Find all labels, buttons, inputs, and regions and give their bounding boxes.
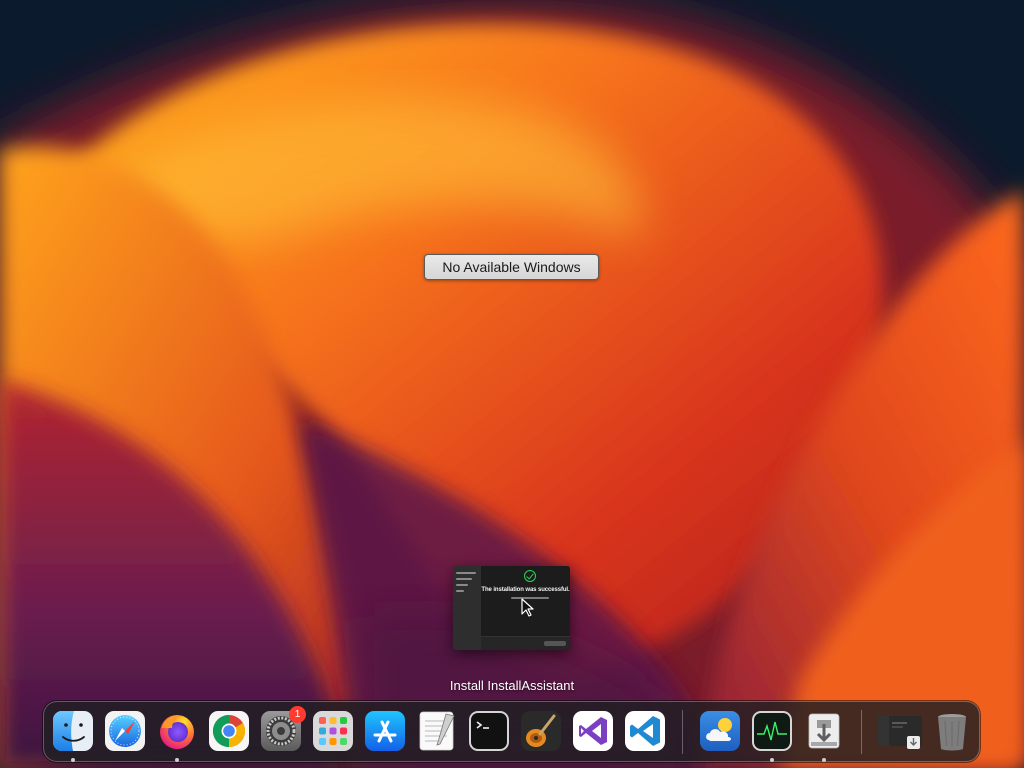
sidebar-line bbox=[456, 578, 472, 580]
dock-trash[interactable] bbox=[931, 710, 973, 752]
success-check-icon bbox=[524, 570, 536, 582]
finder-icon bbox=[53, 711, 93, 751]
dock-finder[interactable] bbox=[52, 710, 94, 762]
textedit-document-icon bbox=[419, 711, 455, 751]
trash-icon bbox=[938, 714, 966, 751]
dock-launchpad[interactable] bbox=[312, 710, 354, 752]
notification-badge: 1 bbox=[289, 706, 306, 723]
installer-box-icon bbox=[808, 713, 840, 749]
thumbnail-close-button bbox=[544, 641, 566, 646]
running-indicator bbox=[770, 758, 774, 762]
dock-garageband[interactable] bbox=[520, 710, 562, 752]
chrome-icon bbox=[209, 711, 249, 751]
desktop[interactable]: No Available Windows The installation wa… bbox=[0, 0, 1024, 768]
wallpaper bbox=[0, 0, 1024, 768]
sidebar-line bbox=[456, 572, 476, 574]
visual-studio-icon bbox=[573, 711, 613, 751]
mouse-pointer-icon bbox=[521, 598, 534, 617]
thumbnail-sidebar bbox=[453, 566, 481, 650]
running-indicator bbox=[822, 758, 826, 762]
dock: 1 bbox=[43, 701, 980, 762]
app-store-icon bbox=[365, 711, 405, 751]
weather-cloud-sun-icon bbox=[700, 711, 740, 751]
activity-monitor-icon bbox=[752, 711, 792, 751]
firefox-icon bbox=[160, 715, 194, 749]
dock-separator bbox=[682, 710, 683, 754]
dock-visual-studio[interactable] bbox=[572, 710, 614, 752]
no-available-windows-label: No Available Windows bbox=[424, 254, 599, 280]
installation-success-message: The installation was successful. bbox=[481, 587, 570, 593]
dock-safari[interactable] bbox=[104, 710, 146, 752]
terminal-icon bbox=[469, 711, 509, 751]
guitar-icon bbox=[521, 711, 561, 751]
sidebar-line bbox=[456, 584, 468, 586]
launchpad-grid-icon bbox=[313, 711, 353, 751]
dock-textedit[interactable] bbox=[416, 710, 458, 752]
dock-app-store[interactable] bbox=[364, 710, 406, 752]
vscode-icon bbox=[625, 711, 665, 751]
running-indicator bbox=[71, 758, 75, 762]
installer-window-thumbnail[interactable]: The installation was successful. bbox=[453, 566, 570, 650]
window-title-label: Install InstallAssistant bbox=[449, 678, 575, 693]
running-indicator bbox=[175, 758, 179, 762]
thumbnail-footer bbox=[481, 636, 570, 650]
safari-compass-icon bbox=[105, 711, 145, 751]
dock-terminal[interactable] bbox=[468, 710, 510, 752]
dock-installer[interactable] bbox=[803, 710, 845, 762]
dock-separator bbox=[861, 710, 862, 754]
dock-google-chrome[interactable] bbox=[208, 710, 250, 752]
dock-system-settings[interactable]: 1 bbox=[260, 706, 306, 752]
dock-minimized-window[interactable] bbox=[877, 710, 923, 752]
dock-activity-monitor[interactable] bbox=[751, 710, 793, 762]
dock-visual-studio-code[interactable] bbox=[624, 710, 666, 752]
minimized-window-thumbnail-icon bbox=[878, 716, 922, 749]
dock-weather[interactable] bbox=[699, 710, 741, 752]
dock-firefox[interactable] bbox=[156, 710, 198, 762]
